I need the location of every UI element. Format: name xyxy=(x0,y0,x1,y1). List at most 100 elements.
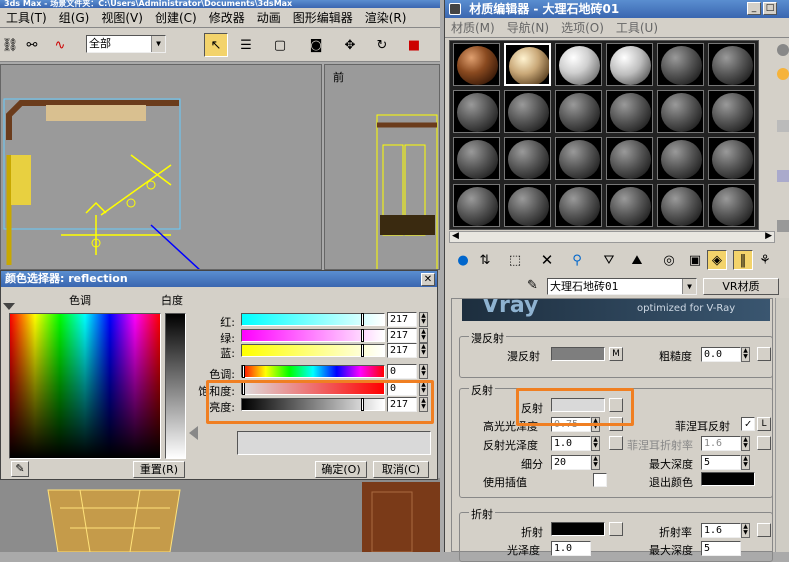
material-sample-slot[interactable] xyxy=(606,137,653,180)
material-sample-slot[interactable] xyxy=(657,90,704,133)
sample-type-icon[interactable] xyxy=(777,44,789,56)
selection-filter-dropdown[interactable]: 全部 ▼ xyxy=(86,35,166,53)
material-sample-slot[interactable] xyxy=(606,90,653,133)
subdivs-field[interactable]: 20 xyxy=(551,455,591,470)
scroll-right-icon[interactable]: ▶ xyxy=(765,231,772,241)
refract-gloss-field[interactable]: 1.0 xyxy=(551,541,591,556)
roughness-field[interactable]: 0.0 xyxy=(701,347,741,362)
window-crossing-icon[interactable]: ◙ xyxy=(306,35,326,55)
channel-slider-hue[interactable] xyxy=(241,365,385,378)
menu-options[interactable]: 选项(O) xyxy=(555,19,610,36)
show-map-icon[interactable]: ▣ xyxy=(685,250,705,270)
material-sample-slot[interactable] xyxy=(606,184,653,227)
channel-value-red[interactable]: 217 xyxy=(387,312,417,327)
move-icon[interactable]: ✥ xyxy=(340,35,360,55)
menu-navigation[interactable]: 导航(N) xyxy=(501,19,555,36)
channel-value-hue[interactable]: 0 xyxy=(387,364,417,379)
material-sample-slot[interactable] xyxy=(657,43,704,86)
viewport-top[interactable] xyxy=(0,64,322,270)
scroll-left-icon[interactable]: ◀ xyxy=(452,231,459,241)
ior-map-button[interactable] xyxy=(757,523,771,537)
viewport-front[interactable]: 前 xyxy=(324,64,440,270)
max-depth-spinner[interactable]: ▲ ▼ xyxy=(741,455,750,470)
refract-map-button[interactable] xyxy=(609,522,623,536)
exit-color-swatch[interactable] xyxy=(701,472,755,486)
ior-spinner[interactable]: ▲ ▼ xyxy=(741,523,750,538)
material-sample-slot[interactable] xyxy=(504,43,551,86)
menu-group[interactable]: 组(G) xyxy=(53,9,96,26)
bind-space-warp-icon[interactable]: ∿ xyxy=(50,35,70,55)
menu-material[interactable]: 材质(M) xyxy=(445,19,501,36)
diffuse-color-swatch[interactable] xyxy=(551,347,605,361)
channel-value-green[interactable]: 217 xyxy=(387,328,417,343)
material-sample-slot[interactable] xyxy=(453,43,500,86)
subdivs-spinner[interactable]: ▲ ▼ xyxy=(591,455,600,470)
rotate-icon[interactable]: ↻ xyxy=(372,35,392,55)
fresnel-ior-map-button[interactable] xyxy=(757,436,771,450)
eyedropper-button[interactable]: ✎ xyxy=(11,461,29,477)
channel-slider-thumb-hue[interactable] xyxy=(242,365,245,378)
diffuse-map-button[interactable]: M xyxy=(609,347,623,361)
material-sample-slot[interactable] xyxy=(453,90,500,133)
eyedropper-pick-icon[interactable]: ✎ xyxy=(527,278,538,293)
ok-button[interactable]: 确定(O) xyxy=(315,461,367,478)
go-forward-sibling-icon[interactable]: ⚘ xyxy=(755,250,775,270)
channel-value-blue[interactable]: 217 xyxy=(387,343,417,358)
menu-rendering[interactable]: 渲染(R) xyxy=(359,9,413,26)
cancel-button[interactable]: 取消(C) xyxy=(373,461,429,478)
material-name-field[interactable]: 大理石地砖01 ▼ xyxy=(547,278,697,295)
material-sample-slot[interactable] xyxy=(555,137,602,180)
menu-modifiers[interactable]: 修改器 xyxy=(203,9,251,26)
put-to-library-icon[interactable]: ⛰ xyxy=(627,250,647,270)
fresnel-lock-button[interactable]: L xyxy=(757,417,771,431)
refract-color-swatch[interactable] xyxy=(551,522,605,536)
channel-spinner-red[interactable]: ▲ ▼ xyxy=(419,312,428,327)
video-color-icon[interactable] xyxy=(777,220,789,232)
refl-gloss-field[interactable]: 1.0 xyxy=(551,436,591,451)
material-sample-slot[interactable] xyxy=(606,43,653,86)
refract-max-depth-field[interactable]: 5 xyxy=(701,541,741,556)
fresnel-ior-field[interactable]: 1.6 xyxy=(701,436,741,451)
rect-selection-icon[interactable]: ▢ xyxy=(270,35,290,55)
background-icon[interactable] xyxy=(777,120,789,132)
rollout-scrollbar[interactable] xyxy=(775,298,789,552)
select-by-name-icon[interactable]: ☰ xyxy=(236,35,256,55)
max-depth-field[interactable]: 5 xyxy=(701,455,741,470)
fresnel-ior-spinner[interactable]: ▲ ▼ xyxy=(741,436,750,451)
material-sample-slot[interactable] xyxy=(504,137,551,180)
material-sample-slot[interactable] xyxy=(657,137,704,180)
scale-icon[interactable]: ■ xyxy=(404,35,424,55)
menu-create[interactable]: 创建(C) xyxy=(149,9,203,26)
viewport-perspective[interactable] xyxy=(0,478,440,552)
whiteness-marker-icon[interactable] xyxy=(189,426,198,440)
color-selector-close-button[interactable]: ✕ xyxy=(421,273,435,286)
make-copy-icon[interactable]: ⚲ xyxy=(567,250,587,270)
material-sample-slot[interactable] xyxy=(708,184,755,227)
material-sample-slot[interactable] xyxy=(504,90,551,133)
unlink-icon[interactable]: ⚯ xyxy=(22,35,42,55)
show-end-result-icon[interactable]: ◈ xyxy=(707,250,727,270)
material-sample-slot[interactable] xyxy=(555,90,602,133)
whiteness-slider[interactable] xyxy=(165,313,186,459)
material-sample-slot[interactable] xyxy=(708,137,755,180)
fresnel-checkbox[interactable]: ✓ xyxy=(741,417,755,431)
material-sample-slot[interactable] xyxy=(504,184,551,227)
slots-scrollbar[interactable]: ◀ ▶ xyxy=(449,231,775,243)
roughness-spinner[interactable]: ▲ ▼ xyxy=(741,347,750,362)
maximize-button[interactable]: □ xyxy=(763,2,777,15)
material-sample-slot[interactable] xyxy=(708,90,755,133)
backlight-icon[interactable] xyxy=(777,68,789,80)
menu-animation[interactable]: 动画 xyxy=(251,9,287,26)
material-sample-slot[interactable] xyxy=(555,184,602,227)
reset-map-icon[interactable]: ✕ xyxy=(537,250,557,270)
refl-gloss-spinner[interactable]: ▲ ▼ xyxy=(591,436,600,451)
channel-slider-thumb-red[interactable] xyxy=(361,313,364,326)
material-sample-slot[interactable] xyxy=(453,184,500,227)
put-to-scene-icon[interactable]: ⇅ xyxy=(475,250,495,270)
make-unique-icon[interactable]: ⛛ xyxy=(599,250,619,270)
reset-button[interactable]: 重置(R) xyxy=(133,461,185,478)
assign-to-selection-icon[interactable]: ⬚ xyxy=(505,250,525,270)
material-sample-slot[interactable] xyxy=(708,43,755,86)
menu-views[interactable]: 视图(V) xyxy=(95,9,149,26)
hue-saturation-field[interactable] xyxy=(9,313,161,459)
